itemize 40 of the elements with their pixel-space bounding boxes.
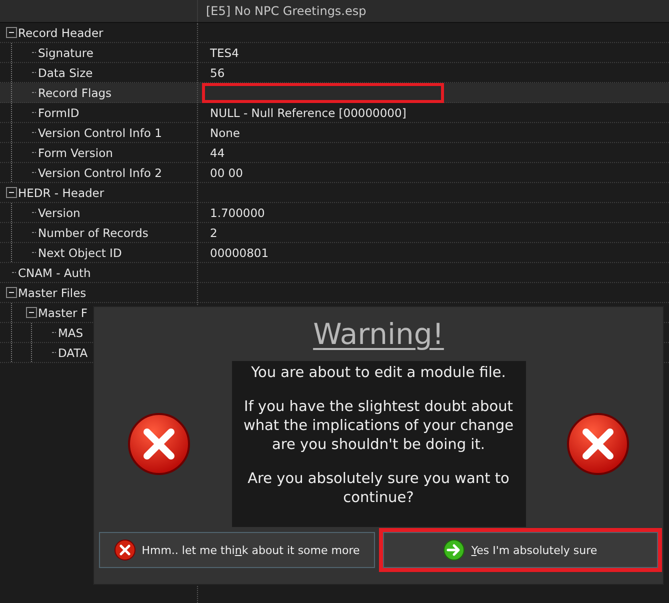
- field-label: Version Control Info 1: [38, 126, 162, 140]
- file-title: [E5] No NPC Greetings.esp: [205, 4, 366, 18]
- field-label: Version: [38, 206, 80, 220]
- error-icon: [127, 412, 191, 476]
- message-text: Are you absolutely sure you want to continue?: [246, 470, 510, 508]
- selected-row[interactable]: Record Flags: [0, 83, 669, 103]
- field-label: Version Control Info 2: [38, 166, 162, 180]
- field-value: None: [210, 126, 240, 140]
- field-value: 2: [210, 226, 218, 240]
- cancel-button[interactable]: Hmm.. let me think about it some more: [99, 532, 374, 568]
- field-value: 1.700000: [210, 206, 265, 220]
- field-label: HEDR - Header: [18, 186, 104, 200]
- field-label: MAS: [58, 326, 84, 340]
- message-text: You are about to edit a module file.: [251, 364, 506, 383]
- collapse-icon[interactable]: [6, 187, 17, 198]
- field-label: Next Object ID: [38, 246, 122, 260]
- dialog-title: Warning!: [313, 317, 444, 351]
- field-label: Form Version: [38, 146, 113, 160]
- field-value: 44: [210, 146, 225, 160]
- field-value: 00 00: [210, 166, 243, 180]
- field-label: Record Flags: [38, 86, 112, 100]
- collapse-icon[interactable]: [6, 287, 17, 298]
- field-label: Data Size: [38, 66, 93, 80]
- collapse-icon[interactable]: [6, 27, 17, 38]
- field-label: Number of Records: [38, 226, 148, 240]
- error-icon: [566, 412, 630, 476]
- field-label: FormID: [38, 106, 80, 120]
- field-label: Record Header: [18, 26, 104, 40]
- field-label: CNAM - Auth: [18, 266, 91, 280]
- message-text: If you have the slightest doubt about what the implications of your change are you shouldn't be doing it.: [242, 398, 514, 455]
- field-value: TES4: [210, 46, 239, 60]
- field-value: NULL - Null Reference [00000000]: [210, 106, 406, 120]
- collapse-icon[interactable]: [26, 307, 37, 318]
- field-label: Signature: [38, 46, 94, 60]
- field-value: 56: [210, 66, 225, 80]
- field-value: 00000801: [210, 246, 269, 260]
- close-icon: [114, 539, 136, 561]
- field-label: Master Files: [18, 286, 86, 300]
- field-label: Master F: [38, 306, 88, 320]
- field-label: DATA: [58, 346, 88, 360]
